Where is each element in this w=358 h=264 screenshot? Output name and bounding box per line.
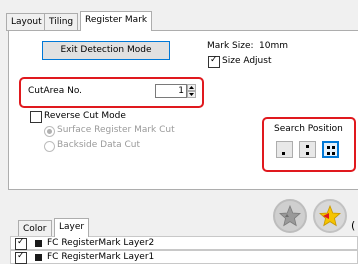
tab-register-mark[interactable]: Register Mark — [80, 11, 153, 31]
reverse-cut-label: Reverse Cut Mode — [44, 111, 126, 121]
dot-icon — [306, 152, 309, 155]
layer-name: FC RegisterMark Layer1 — [47, 252, 155, 262]
layer-row[interactable]: ✓ FC RegisterMark Layer2 — [10, 236, 358, 250]
dot-icon — [332, 152, 335, 155]
dot-icon — [306, 145, 309, 148]
search-position-2-button[interactable] — [299, 141, 316, 158]
surface-cut-label: Surface Register Mark Cut — [57, 125, 175, 135]
backside-cut-radio[interactable] — [44, 141, 55, 152]
layer-color-swatch — [35, 254, 42, 261]
star-yellow-svg — [319, 204, 341, 227]
cutarea-spin-down[interactable] — [187, 91, 196, 98]
cutarea-input[interactable]: 1 — [155, 84, 187, 98]
surface-cut-radio[interactable] — [44, 126, 55, 137]
tab-layout[interactable]: Layout — [6, 13, 47, 31]
tab-layer[interactable]: Layer — [54, 218, 90, 237]
checkmark-icon: ✓ — [17, 251, 25, 261]
layer-checkbox[interactable]: ✓ — [15, 251, 27, 264]
exit-detection-button[interactable]: Exit Detection Mode — [42, 41, 170, 60]
layer-color-swatch — [35, 240, 42, 247]
size-adjust-checkbox[interactable]: ✓ — [208, 55, 220, 68]
mark-size-label: Mark Size: — [207, 41, 254, 51]
cutarea-label: CutArea No. — [28, 86, 83, 96]
backside-cut-label: Backside Data Cut — [57, 140, 141, 150]
reverse-cut-checkbox[interactable] — [30, 111, 42, 123]
dot-icon — [332, 146, 335, 149]
mark-size-value: 10mm — [259, 41, 288, 51]
cutarea-spin-up[interactable] — [187, 84, 196, 91]
chevron-up-icon — [189, 86, 194, 89]
radio-dot — [47, 129, 52, 134]
search-position-1-button[interactable] — [276, 141, 293, 158]
chevron-down-icon — [189, 93, 194, 96]
size-adjust-label: Size Adjust — [222, 56, 272, 66]
dot-icon — [327, 146, 330, 149]
layer-row[interactable]: ✓ FC RegisterMark Layer1 — [10, 250, 358, 264]
checkmark-icon: ✓ — [210, 55, 218, 65]
search-position-label: Search Position — [274, 124, 343, 134]
cropped-glyph: ( — [351, 219, 356, 232]
layer-name: FC RegisterMark Layer2 — [47, 238, 155, 248]
dot-icon — [327, 152, 330, 155]
star-grey-svg — [279, 204, 301, 227]
checkmark-icon: ✓ — [17, 237, 25, 247]
search-position-4-button[interactable] — [322, 141, 339, 158]
dot-icon — [282, 152, 285, 155]
layer-checkbox[interactable]: ✓ — [15, 237, 27, 250]
star-grey-icon[interactable] — [273, 199, 307, 233]
star-yellow-icon[interactable] — [313, 199, 347, 233]
tab-tiling[interactable]: Tiling — [44, 13, 79, 31]
